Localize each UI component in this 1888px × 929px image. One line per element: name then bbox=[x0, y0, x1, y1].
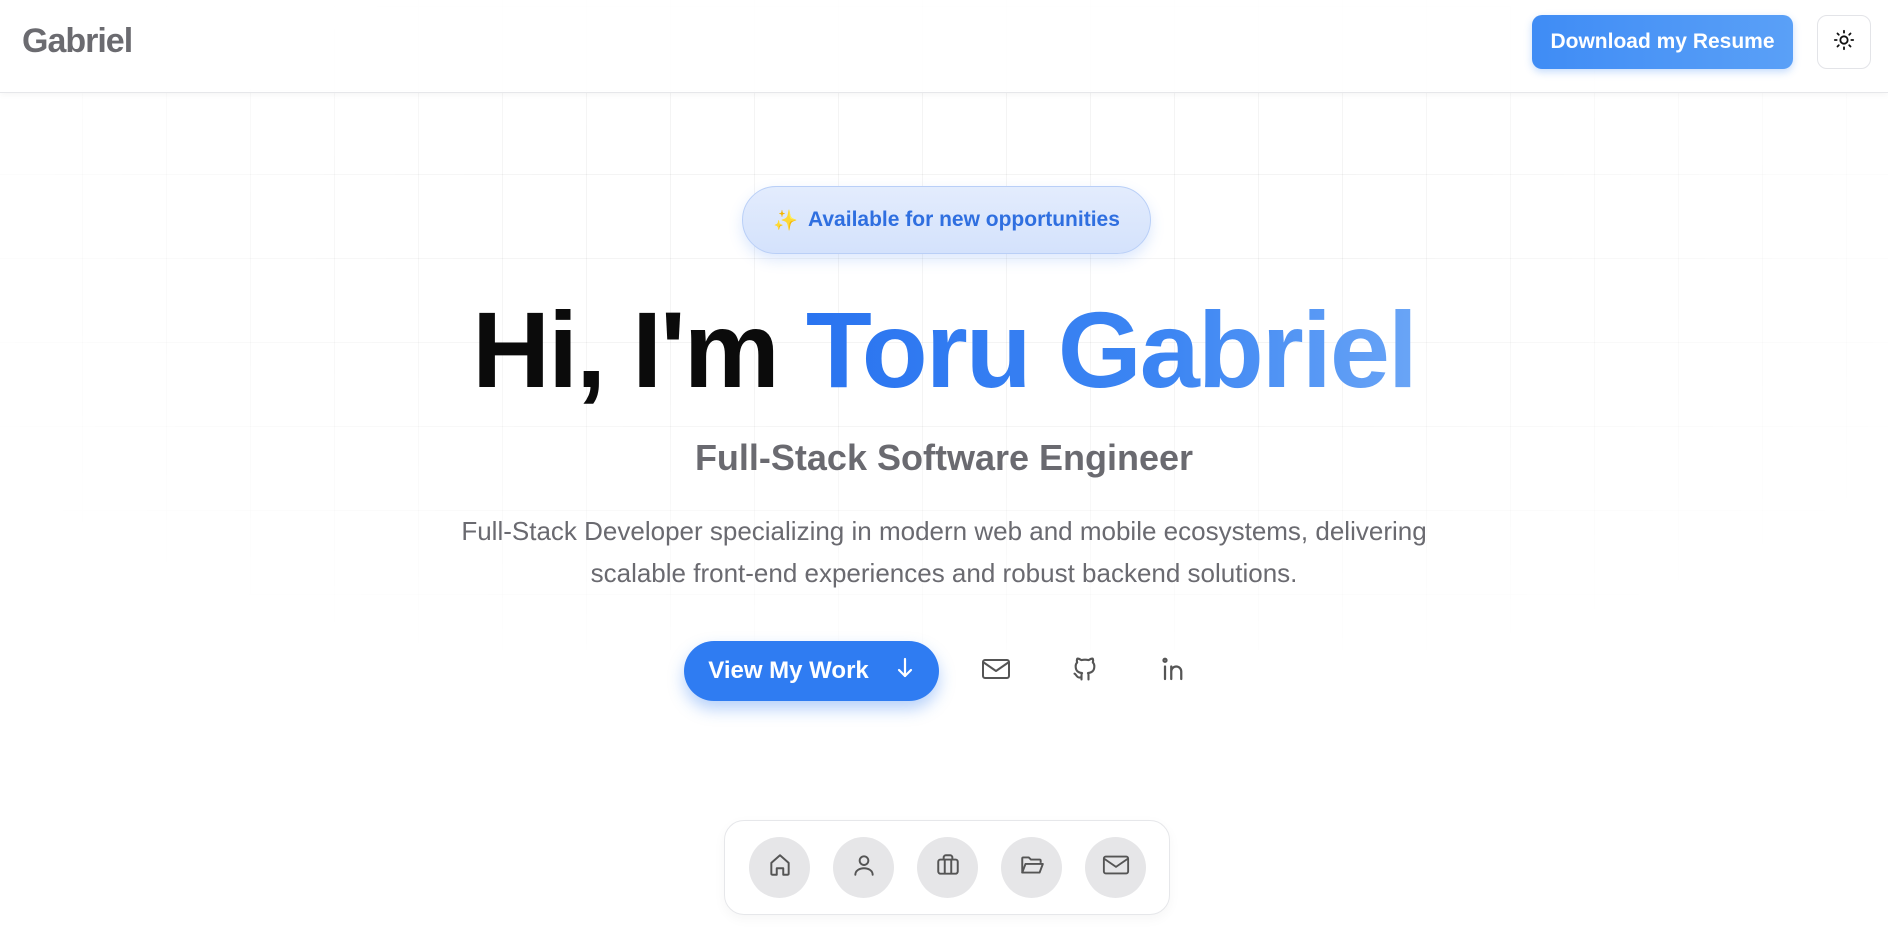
github-link[interactable] bbox=[1065, 651, 1105, 691]
availability-text: Available for new opportunities bbox=[807, 208, 1120, 231]
arrow-down-icon bbox=[895, 657, 915, 686]
mail-icon bbox=[1102, 853, 1130, 882]
mail-icon bbox=[981, 657, 1011, 686]
nav-experience[interactable] bbox=[917, 837, 978, 898]
hero-name: Toru Gabriel bbox=[805, 289, 1418, 410]
home-icon bbox=[767, 852, 793, 883]
nav-projects[interactable] bbox=[1001, 837, 1062, 898]
download-resume-button[interactable]: Download my Resume bbox=[1532, 15, 1793, 69]
linkedin-icon bbox=[1160, 654, 1190, 689]
theme-toggle-button[interactable] bbox=[1817, 15, 1871, 69]
github-icon bbox=[1071, 654, 1099, 689]
nav-contact[interactable] bbox=[1085, 837, 1146, 898]
briefcase-icon bbox=[934, 852, 962, 883]
hero-heading: Hi, I'm Toru Gabriel bbox=[0, 285, 1888, 415]
logo[interactable]: Gabriel bbox=[22, 22, 133, 61]
availability-badge: ✨ Available for new opportunities bbox=[742, 186, 1151, 254]
hero-greeting: Hi, I'm bbox=[472, 289, 780, 410]
sun-icon bbox=[1833, 29, 1855, 56]
folder-open-icon bbox=[1018, 852, 1046, 883]
view-my-work-button[interactable]: View My Work bbox=[684, 641, 939, 701]
bottom-nav bbox=[724, 820, 1170, 915]
view-my-work-label: View My Work bbox=[708, 657, 869, 684]
hero-subtitle: Full-Stack Software Engineer bbox=[694, 437, 1194, 478]
sparkles-icon: ✨ bbox=[773, 209, 798, 232]
page: Gabriel Download my Resume ✨ Available f… bbox=[0, 0, 1888, 929]
linkedin-link[interactable] bbox=[1155, 651, 1195, 691]
nav-home[interactable] bbox=[749, 837, 810, 898]
nav-about[interactable] bbox=[833, 837, 894, 898]
user-icon bbox=[851, 852, 877, 883]
hero-description: Full-Stack Developer specializing in mod… bbox=[461, 516, 1427, 588]
mail-link[interactable] bbox=[976, 651, 1016, 691]
header: Gabriel Download my Resume bbox=[0, 0, 1888, 93]
